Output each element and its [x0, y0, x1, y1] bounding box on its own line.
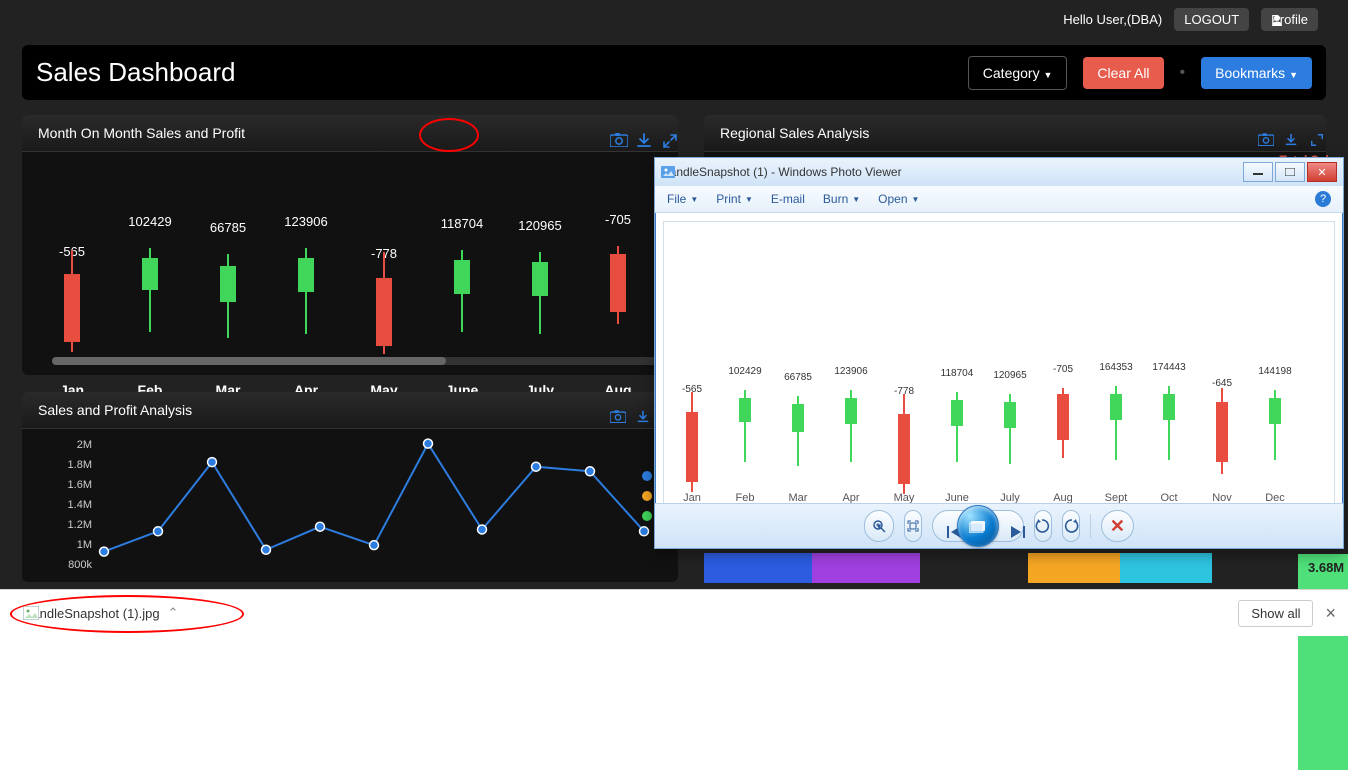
zoom-control[interactable]: ▼	[864, 510, 894, 542]
candle-value-label: 123906	[276, 214, 336, 229]
photo-viewer-window[interactable]: CandleSnapshot (1) - Windows Photo Viewe…	[654, 157, 1344, 549]
ytick: 1.8M	[68, 459, 92, 471]
candle-value-label: -705	[588, 212, 648, 227]
candle-feb: 102429Feb	[120, 202, 180, 372]
mini-candle-june: 118704June	[937, 302, 977, 502]
candle-june: 118704June	[432, 202, 492, 372]
candle-jan: -565Jan	[42, 202, 102, 372]
top-bar: Hello User,(DBA) LOGOUT Profile	[1063, 8, 1318, 31]
candle-may: -778May	[354, 202, 414, 372]
window-titlebar[interactable]: CandleSnapshot (1) - Windows Photo Viewe…	[655, 158, 1343, 186]
app-icon	[661, 166, 675, 178]
mini-candle-apr: 123906Apr	[831, 302, 871, 502]
mini-candle-may: -778May	[884, 302, 924, 502]
category-dropdown[interactable]: Category ▼	[968, 56, 1068, 90]
mini-candle-sept: 164353Sept	[1096, 302, 1136, 502]
close-bar-button[interactable]: ×	[1325, 603, 1336, 624]
greeting-text: Hello User,(DBA)	[1063, 12, 1162, 27]
profile-button[interactable]: Profile	[1261, 8, 1318, 31]
candle-mar: 66785Mar	[198, 202, 258, 372]
candle-aug: -705Aug	[588, 202, 648, 372]
file-image-icon	[23, 606, 39, 620]
total-value-badge: 3.68M	[1298, 554, 1348, 770]
menu-print[interactable]: Print▼	[716, 192, 753, 206]
panel-month-on-month: Month On Month Sales and Profit -565Jan 1…	[22, 115, 678, 375]
help-icon[interactable]: ?	[1315, 191, 1331, 207]
rotate-cw-button[interactable]	[1062, 510, 1080, 542]
mini-candle-dec: 144198Dec	[1255, 302, 1295, 502]
delete-button[interactable]: ✕	[1101, 510, 1134, 542]
ytick: 800k	[68, 559, 92, 571]
minimize-button[interactable]	[1243, 162, 1273, 182]
download-filename: CandleSnapshot (1).jpg	[23, 606, 160, 621]
candlestick-chart-main: -565Jan 102429Feb 66785Mar 123906Apr -778May…	[22, 152, 678, 372]
mini-candle-mar: 66785Mar	[778, 302, 818, 502]
panel-header-mom: Month On Month Sales and Profit	[22, 115, 678, 152]
close-button[interactable]: ✕	[1307, 162, 1337, 182]
panel-header-rsa: Regional Sales Analysis	[704, 115, 1326, 152]
panel-header-spa: Sales and Profit Analysis	[22, 392, 678, 429]
mini-candle-july: 120965July	[990, 302, 1030, 502]
mini-candle-jan: -565Jan	[672, 302, 712, 502]
candle-apr: 123906Apr	[276, 202, 336, 372]
ytick: 1.4M	[68, 499, 92, 511]
title-actions: Category ▼ Clear All • Bookmarks ▼	[968, 56, 1312, 90]
candle-value-label: 118704	[432, 216, 492, 231]
candle-value-label: 102429	[120, 214, 180, 229]
panel-title-mom: Month On Month Sales and Profit	[38, 125, 245, 141]
rotate-ccw-button[interactable]	[1034, 510, 1052, 542]
candle-value-label: 120965	[510, 218, 570, 233]
candle-value-label: 66785	[198, 220, 258, 235]
mini-candle-nov: -645Nov	[1202, 302, 1242, 502]
mini-candle-feb: 102429Feb	[725, 302, 765, 502]
viewer-toolbar: ▼ ✕	[655, 503, 1343, 548]
window-title: CandleSnapshot (1) - Windows Photo Viewe…	[661, 165, 902, 179]
panel-sales-profit-analysis: Sales and Profit Analysis Sa Pr Co 2M1.8…	[22, 392, 678, 582]
regional-bars-peek	[704, 553, 1292, 583]
nav-group	[932, 510, 1024, 542]
download-item[interactable]: CandleSnapshot (1).jpg ⌃	[12, 599, 190, 627]
logout-button[interactable]: LOGOUT	[1174, 8, 1249, 31]
line-chart-svg	[94, 429, 654, 579]
line-chart-spa: Sa Pr Co 2M1.8M1.6M1.4M1.2M1M800k	[22, 429, 678, 579]
ytick: 1M	[77, 539, 92, 551]
viewer-image-area: -565Jan 102429Feb 66785Mar 123906Apr -778May…	[663, 221, 1335, 513]
mini-candle-oct: 174443Oct	[1149, 302, 1189, 502]
show-all-button[interactable]: Show all	[1238, 600, 1313, 627]
ytick: 1.2M	[68, 519, 92, 531]
mini-candle-aug: -705Aug	[1043, 302, 1083, 502]
candle-july: 120965July	[510, 202, 570, 372]
user-icon	[1271, 14, 1283, 26]
maximize-button[interactable]	[1275, 162, 1305, 182]
chevron-up-icon: ⌃	[168, 605, 179, 621]
window-menubar: File▼ Print▼ E-mail Burn▼ Open▼ ?	[655, 186, 1343, 213]
panel-title-spa: Sales and Profit Analysis	[38, 402, 192, 418]
window-controls: ✕	[1243, 162, 1337, 182]
chart-scrollbar-track[interactable]	[52, 357, 658, 365]
download-bar: CandleSnapshot (1).jpg ⌃ Show all ×	[0, 589, 1348, 636]
clear-all-button[interactable]: Clear All	[1083, 57, 1163, 89]
panel-title-rsa: Regional Sales Analysis	[720, 125, 869, 141]
menu-open[interactable]: Open▼	[878, 192, 919, 206]
ytick: 2M	[77, 439, 92, 451]
slideshow-button[interactable]	[957, 505, 999, 547]
ytick: 1.6M	[68, 479, 92, 491]
bookmarks-dropdown[interactable]: Bookmarks ▼	[1201, 57, 1312, 89]
dot-separator: •	[1180, 64, 1186, 82]
menu-burn[interactable]: Burn▼	[823, 192, 860, 206]
page-title: Sales Dashboard	[36, 57, 235, 88]
menu-file[interactable]: File▼	[667, 192, 698, 206]
fit-window-button[interactable]	[904, 510, 922, 542]
menu-email[interactable]: E-mail	[771, 192, 805, 206]
title-row: Sales Dashboard Category ▼ Clear All • B…	[22, 45, 1326, 100]
chart-scrollbar-thumb[interactable]	[52, 357, 446, 365]
